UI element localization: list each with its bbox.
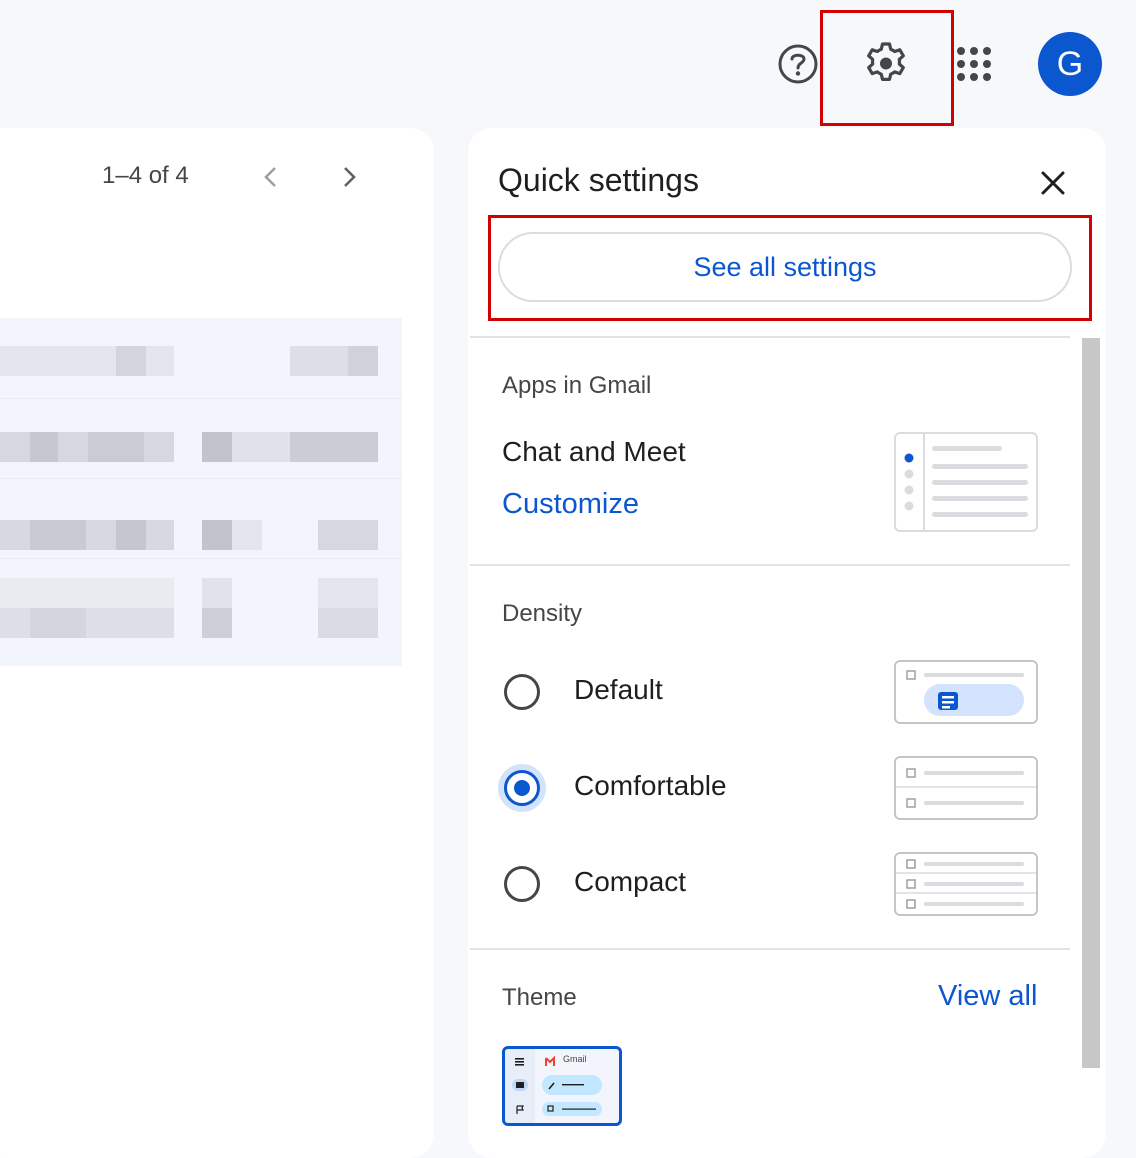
mail-list xyxy=(0,318,402,666)
avatar-letter: G xyxy=(1056,44,1084,83)
divider xyxy=(470,564,1070,566)
list-item[interactable] xyxy=(0,558,402,638)
chevron-right-icon[interactable] xyxy=(332,160,366,194)
settings-gear-icon[interactable] xyxy=(862,40,910,88)
density-label-default: Default xyxy=(574,674,663,705)
radio-compact[interactable] xyxy=(504,866,540,902)
density-label-compact: Compact xyxy=(574,866,687,897)
density-label-comfortable: Comfortable xyxy=(574,770,727,801)
apps-grid-icon[interactable] xyxy=(952,42,996,86)
chat-layout-preview xyxy=(894,432,1038,532)
theme-heading: Theme xyxy=(502,984,577,1011)
density-default-preview xyxy=(894,660,1038,724)
customize-link[interactable]: Customize xyxy=(502,488,639,521)
help-icon[interactable] xyxy=(776,42,820,86)
pagination-count: 1–4 of 4 xyxy=(102,162,189,189)
see-all-settings-button[interactable]: See all settings xyxy=(498,232,1072,302)
density-comfortable-preview xyxy=(894,756,1038,820)
density-compact-preview xyxy=(894,852,1038,916)
apps-in-gmail-heading: Apps in Gmail xyxy=(502,372,652,399)
radio-default[interactable] xyxy=(504,674,540,710)
divider xyxy=(470,948,1070,950)
account-avatar[interactable]: G xyxy=(1038,32,1102,96)
chat-and-meet-label: Chat and Meet xyxy=(502,436,686,467)
quick-settings-title: Quick settings xyxy=(498,162,699,198)
list-item[interactable] xyxy=(0,318,402,399)
density-heading: Density xyxy=(502,600,583,627)
view-all-themes-link[interactable]: View all xyxy=(938,980,1037,1013)
radio-comfortable[interactable] xyxy=(504,770,540,806)
quick-settings-panel: Quick settings See all settings Apps in … xyxy=(468,128,1106,1158)
list-item[interactable] xyxy=(0,398,402,479)
chevron-left-icon[interactable] xyxy=(254,160,288,194)
divider xyxy=(470,336,1070,338)
list-item[interactable] xyxy=(0,478,402,559)
theme-thumbnail-app-name: Gmail xyxy=(563,1054,587,1064)
scrollbar[interactable] xyxy=(1082,338,1100,1068)
theme-thumbnail[interactable]: Gmail xyxy=(502,1046,622,1126)
close-icon[interactable] xyxy=(1034,164,1072,202)
